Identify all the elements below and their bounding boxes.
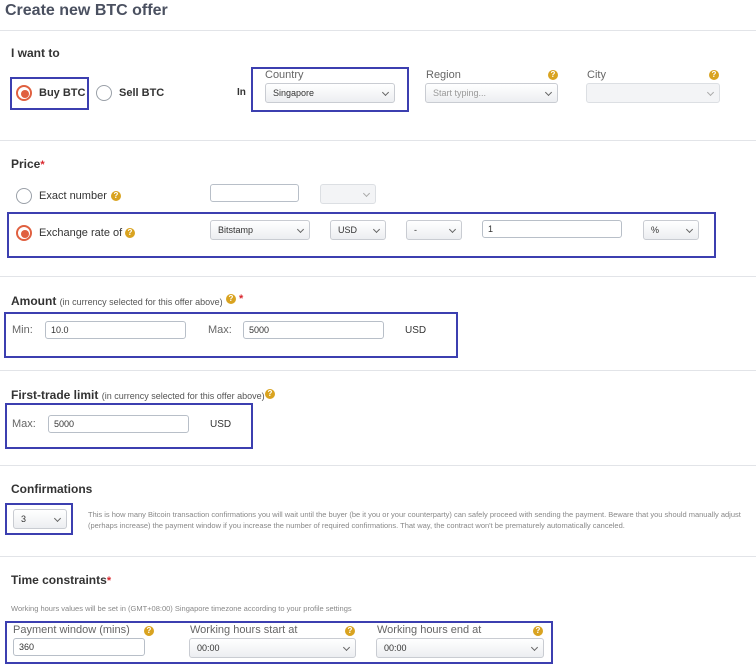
chevron-down-icon: [448, 225, 457, 234]
chevron-down-icon: [544, 88, 553, 97]
first-trade-max-label: Max:: [12, 418, 36, 430]
chevron-down-icon: [685, 225, 694, 234]
help-icon[interactable]: ?: [265, 389, 275, 399]
help-icon[interactable]: ?: [709, 70, 719, 80]
exchange-source-select[interactable]: Bitstamp: [210, 220, 310, 240]
country-value: Singapore: [273, 88, 315, 98]
time-constraints-title-text: Time constraints: [11, 573, 107, 587]
working-start-value: 00:00: [197, 643, 220, 653]
price-currency-select[interactable]: USD: [330, 220, 386, 240]
help-icon[interactable]: ?: [548, 70, 558, 80]
exchange-rate-radio[interactable]: [16, 225, 32, 241]
exact-number-radio[interactable]: [16, 188, 32, 204]
rate-input[interactable]: 1: [482, 220, 622, 238]
exact-number-label[interactable]: Exact number: [39, 190, 107, 202]
rate-unit-select[interactable]: %: [643, 220, 699, 240]
amount-max-input[interactable]: 5000: [243, 321, 384, 339]
buy-btc-label[interactable]: Buy BTC: [39, 87, 85, 99]
amount-note: (in currency selected for this offer abo…: [59, 297, 223, 307]
min-label: Min:: [12, 324, 33, 336]
help-icon[interactable]: ?: [533, 626, 543, 636]
help-icon[interactable]: ?: [345, 626, 355, 636]
region-placeholder: Start typing...: [433, 88, 487, 98]
exact-number-input[interactable]: [210, 184, 299, 202]
first-trade-title: First-trade limit (in currency selected …: [11, 388, 265, 402]
first-trade-currency: USD: [210, 419, 232, 430]
operator-value: -: [414, 225, 417, 235]
region-label: Region: [426, 69, 461, 81]
chevron-down-icon: [296, 225, 305, 234]
exact-currency-select[interactable]: [320, 184, 376, 204]
help-icon[interactable]: ?: [125, 228, 135, 238]
confirmations-select[interactable]: 3: [13, 509, 67, 529]
buy-btc-radio[interactable]: [16, 85, 32, 101]
working-start-select[interactable]: 00:00: [189, 638, 356, 658]
in-label: In: [237, 87, 246, 98]
amount-min-input[interactable]: 10.0: [45, 321, 186, 339]
divider: [0, 556, 756, 557]
payment-window-input[interactable]: 360: [13, 638, 145, 656]
amount-title-text: Amount: [11, 294, 57, 308]
confirmations-value: 3: [21, 514, 27, 524]
confirmations-note: This is how many Bitcoin transaction con…: [88, 510, 741, 530]
required-mark: *: [106, 575, 112, 587]
max-label: Max:: [208, 324, 232, 336]
payment-window-label: Payment window (mins): [13, 624, 130, 636]
divider: [0, 465, 756, 466]
first-trade-title-text: First-trade limit: [11, 388, 99, 402]
country-label: Country: [265, 69, 304, 81]
timezone-note: Working hours values will be set in (GMT…: [11, 604, 352, 613]
divider: [0, 30, 756, 31]
exchange-source-value: Bitstamp: [218, 225, 254, 235]
region-select[interactable]: Start typing...: [425, 83, 558, 103]
chevron-down-icon: [706, 88, 715, 97]
first-trade-max-input[interactable]: 5000: [48, 415, 189, 433]
price-title-text: Price: [11, 157, 41, 171]
help-icon[interactable]: ?: [226, 294, 236, 304]
amount-currency: USD: [405, 325, 427, 336]
first-trade-note: (in currency selected for this offer abo…: [101, 391, 265, 401]
price-title: Price*: [11, 157, 45, 171]
working-end-value: 00:00: [384, 643, 407, 653]
sell-btc-label[interactable]: Sell BTC: [119, 87, 164, 99]
divider: [0, 370, 756, 371]
working-start-label: Working hours start at: [190, 624, 298, 636]
divider: [0, 140, 756, 141]
required-mark: *: [40, 159, 45, 171]
chevron-down-icon: [362, 189, 371, 198]
city-label: City: [587, 69, 606, 81]
price-currency-value: USD: [338, 225, 358, 235]
rate-unit-value: %: [651, 225, 660, 235]
country-select[interactable]: Singapore: [265, 83, 395, 103]
working-end-select[interactable]: 00:00: [376, 638, 544, 658]
i-want-to-title: I want to: [11, 46, 60, 60]
chevron-down-icon: [342, 643, 351, 652]
city-select[interactable]: [586, 83, 720, 103]
required-mark: *: [239, 293, 244, 305]
amount-title: Amount (in currency selected for this of…: [11, 294, 223, 308]
sell-btc-radio[interactable]: [96, 85, 112, 101]
divider: [0, 276, 756, 277]
chevron-down-icon: [53, 514, 62, 523]
confirmations-title: Confirmations: [11, 482, 93, 496]
exchange-rate-label[interactable]: Exchange rate of: [39, 227, 122, 239]
help-icon[interactable]: ?: [144, 626, 154, 636]
working-end-label: Working hours end at: [377, 624, 482, 636]
chevron-down-icon: [372, 225, 381, 234]
help-icon[interactable]: ?: [111, 191, 121, 201]
time-constraints-title: Time constraints*: [11, 573, 111, 587]
chevron-down-icon: [530, 643, 539, 652]
operator-select[interactable]: -: [406, 220, 462, 240]
chevron-down-icon: [381, 88, 390, 97]
page-title: Create new BTC offer: [5, 2, 168, 19]
